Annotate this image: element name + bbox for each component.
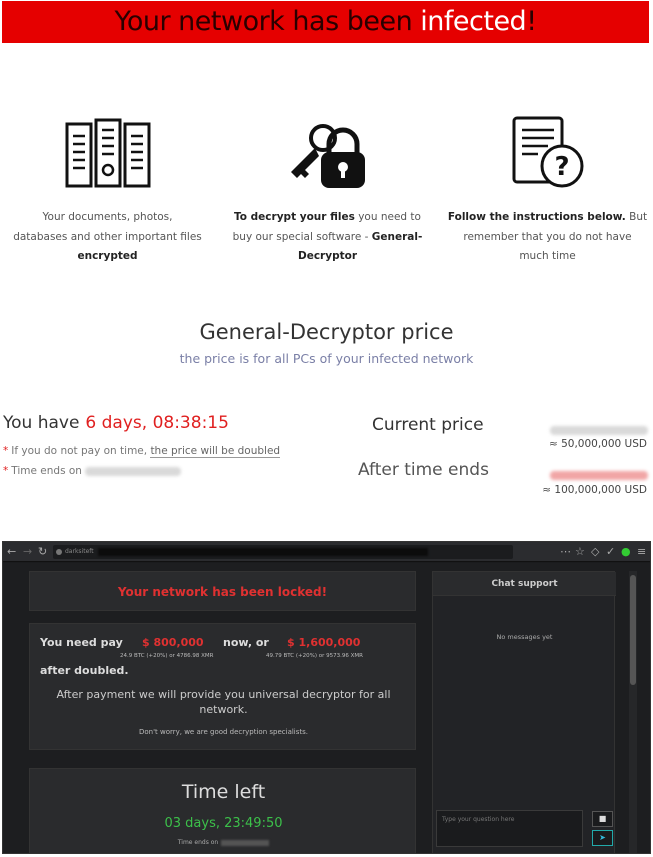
feature-line: Your documents, photos,	[42, 211, 173, 223]
note-double-price: * If you do not pay on time, the price wi…	[3, 445, 281, 458]
after-price-usd: ≈ 100,000,000 USD	[542, 484, 647, 496]
redacted-date	[221, 839, 270, 846]
browser-window: ← → ↻ darksiteft ⋯ ☆ ◇ ✓ ● ≡ Your networ…	[2, 541, 651, 854]
pay-reassurance: Don't worry, we are good decryption spec…	[138, 728, 309, 736]
feature-line: buy our special software -	[232, 230, 372, 243]
time-left-value: 03 days, 23:49:50	[164, 816, 283, 831]
banner-highlight: infected	[420, 6, 527, 37]
keys-lock-icon	[290, 124, 365, 188]
chat-question-input[interactable]: Type your question here	[436, 810, 583, 847]
pay-amount-now: $ 800,000	[142, 636, 204, 649]
redacted-url	[97, 547, 428, 556]
forward-icon[interactable]: →	[23, 544, 32, 560]
site-info-icon[interactable]	[56, 549, 62, 555]
double-price-link[interactable]: the price will be doubled	[150, 445, 281, 458]
more-icon[interactable]: ⋯	[560, 544, 571, 560]
time-ends: Time ends on	[30, 839, 417, 846]
chat-title: Chat support	[433, 572, 616, 596]
price-title: General-Decryptor price	[199, 320, 454, 344]
redacted-amount	[550, 471, 648, 480]
price-subtitle: the price is for all PCs of your infecte…	[179, 351, 474, 366]
extension-icon[interactable]: ✓	[606, 544, 615, 560]
folder-icon: ■	[598, 814, 607, 823]
banner-text: Your network has been	[114, 6, 421, 37]
pay-message: After payment we will provide you univer…	[56, 688, 391, 716]
countdown: You have 6 days, 08:38:15	[3, 413, 229, 433]
back-icon[interactable]: ←	[7, 544, 16, 560]
banner-end: !	[526, 6, 537, 37]
countdown-timer: 6 days, 08:38:15	[85, 413, 229, 433]
pay-crypto-now: 24.9 BTC (+20%) or 4786.98 XMR	[120, 653, 214, 659]
feature-encrypted: Your documents, photos, databases and ot…	[0, 118, 215, 267]
time-ends-label: Time ends on	[177, 839, 219, 846]
send-button[interactable]: ➤	[592, 830, 613, 846]
asterisk: *	[3, 465, 9, 477]
chat-support-panel: Chat support No messages yet Type your q…	[432, 571, 616, 853]
server-rack-icon	[65, 118, 150, 188]
feature-line-bold: To decrypt your files	[234, 211, 355, 223]
document-question-icon: ?	[512, 116, 583, 188]
send-icon: ➤	[599, 833, 606, 842]
after-price-redacted	[550, 465, 648, 484]
bookmark-star-icon[interactable]: ☆	[575, 544, 585, 560]
feature-line: databases and other important files	[13, 230, 202, 243]
svg-text:?: ?	[554, 152, 569, 182]
url-text: darksiteft	[65, 548, 94, 555]
feature-line-bold: Follow the instructions below.	[447, 211, 626, 223]
attach-file-button[interactable]: ■	[592, 811, 613, 827]
infection-banner: Your network has been infected!	[2, 1, 649, 43]
pay-now-or: now, or	[223, 636, 269, 649]
feature-instructions: ? Follow the instructions below. But rem…	[440, 116, 653, 267]
ransom-landing-panel: Your network has been infected! Your doc…	[0, 0, 653, 500]
feature-line: you need to	[354, 211, 421, 223]
after-price-label: After time ends	[358, 460, 489, 480]
pay-amount-later: $ 1,600,000	[287, 636, 361, 649]
page-content: Your network has been locked! You need p…	[3, 563, 650, 853]
address-bar[interactable]: darksiteft	[53, 545, 513, 559]
time-left-card: Time left 03 days, 23:49:50 Time ends on	[29, 768, 417, 853]
time-left-title: Time left	[181, 781, 266, 803]
note-text: Time ends on	[11, 465, 82, 477]
current-price-label: Current price	[372, 415, 484, 435]
asterisk: *	[3, 445, 9, 457]
reload-icon[interactable]: ↻	[38, 544, 47, 560]
note-time-ends: * Time ends on	[3, 465, 182, 477]
menu-icon[interactable]: ≡	[637, 544, 646, 560]
payment-card: You need pay $ 800,000 now, or $ 1,600,0…	[29, 623, 416, 750]
redacted-amount	[550, 426, 648, 435]
feature-line: But	[625, 211, 648, 223]
pay-label: You need pay	[40, 636, 123, 649]
pay-after-doubled: after doubled.	[40, 664, 129, 677]
feature-line-bold: encrypted	[77, 250, 138, 262]
scrollbar-thumb[interactable]	[630, 575, 636, 685]
chat-empty-state: No messages yet	[496, 633, 553, 641]
feature-line: much time	[519, 250, 576, 262]
feature-line-bold: General-	[371, 230, 423, 243]
redacted-date	[85, 466, 182, 476]
locked-notice: Your network has been locked!	[29, 571, 416, 611]
shield-icon[interactable]: ◇	[591, 544, 599, 560]
feature-line: remember that you do not have	[463, 230, 632, 243]
status-dot-icon[interactable]: ●	[621, 544, 631, 560]
note-text: If you do not pay on time,	[11, 445, 151, 457]
pay-crypto-later: 49.79 BTC (+20%) or 9573.96 XMR	[266, 653, 363, 659]
countdown-label: You have	[3, 413, 80, 433]
current-price-redacted	[550, 420, 648, 439]
feature-decrypt: To decrypt your files you need to buy ou…	[220, 118, 435, 267]
browser-toolbar: ← → ↻ darksiteft ⋯ ☆ ◇ ✓ ● ≡	[3, 542, 650, 562]
current-price-usd: ≈ 50,000,000 USD	[548, 438, 647, 450]
feature-line-bold: Decryptor	[297, 250, 357, 262]
